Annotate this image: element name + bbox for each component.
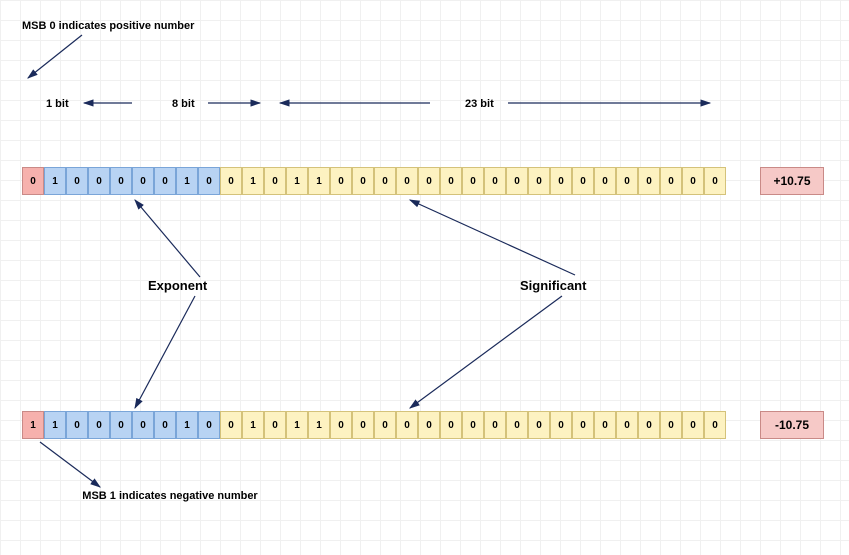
- significand-bit: 0: [616, 167, 638, 195]
- significand-bit: 0: [330, 411, 352, 439]
- significand-bit: 1: [242, 411, 264, 439]
- significand-bit: 0: [396, 411, 418, 439]
- msb0-label: MSB 0 indicates positive number: [22, 20, 194, 32]
- significand-bit: 0: [220, 411, 242, 439]
- significand-bit: 0: [462, 167, 484, 195]
- significand-bit: 0: [704, 411, 726, 439]
- significand-bit: 0: [330, 167, 352, 195]
- significand-bit: 0: [638, 411, 660, 439]
- exponent-bit: 1: [176, 167, 198, 195]
- significand-bit: 0: [352, 411, 374, 439]
- significand-bit: 0: [440, 411, 462, 439]
- significand-bit: 0: [352, 167, 374, 195]
- exp-bit-count: 8 bit: [172, 98, 195, 110]
- significand-bit: 0: [682, 167, 704, 195]
- significand-bit: 0: [616, 411, 638, 439]
- significand-bit: 0: [462, 411, 484, 439]
- significand-bit: 0: [484, 411, 506, 439]
- significand-bit: 0: [396, 167, 418, 195]
- exponent-bit: 0: [198, 411, 220, 439]
- significand-bit: 0: [660, 411, 682, 439]
- significand-bit: 0: [506, 167, 528, 195]
- significand-bit: 0: [264, 411, 286, 439]
- exponent-bit: 0: [66, 167, 88, 195]
- bit-row-positive: 01000001001011000000000000000000: [22, 167, 726, 195]
- significand-bit: 1: [308, 167, 330, 195]
- significand-bit: 0: [550, 167, 572, 195]
- significand-bit: 0: [374, 411, 396, 439]
- significand-bit: 0: [418, 167, 440, 195]
- significant-label: Significant: [520, 278, 586, 293]
- result-positive: +10.75: [760, 167, 824, 195]
- significand-bit: 1: [286, 411, 308, 439]
- significand-bit: 0: [572, 167, 594, 195]
- exponent-bit: 1: [176, 411, 198, 439]
- exponent-bit: 1: [44, 411, 66, 439]
- exponent-label: Exponent: [148, 278, 207, 293]
- significand-bit: 1: [308, 411, 330, 439]
- exponent-bit: 0: [132, 411, 154, 439]
- significand-bit: 0: [374, 167, 396, 195]
- sign-bit: 1: [22, 411, 44, 439]
- result-negative: -10.75: [760, 411, 824, 439]
- arrows-overlay: [0, 0, 849, 555]
- sign-bit: 0: [22, 167, 44, 195]
- significand-bit: 0: [528, 411, 550, 439]
- significand-bit: 0: [440, 167, 462, 195]
- significand-bit: 1: [286, 167, 308, 195]
- significand-bit: 0: [594, 411, 616, 439]
- significand-bit: 0: [704, 167, 726, 195]
- bit-row-negative: 11000001001011000000000000000000: [22, 411, 726, 439]
- significand-bit: 0: [572, 411, 594, 439]
- exponent-bit: 0: [66, 411, 88, 439]
- significand-bit: 0: [484, 167, 506, 195]
- significand-bit: 0: [264, 167, 286, 195]
- significand-bit: 0: [594, 167, 616, 195]
- exponent-bit: 0: [154, 167, 176, 195]
- significand-bit: 0: [660, 167, 682, 195]
- exponent-bit: 0: [198, 167, 220, 195]
- exponent-bit: 0: [88, 167, 110, 195]
- exponent-bit: 0: [154, 411, 176, 439]
- msb1-label: MSB 1 indicates negative number: [80, 490, 260, 502]
- significand-bit: 0: [682, 411, 704, 439]
- sig-bit-count: 23 bit: [465, 98, 494, 110]
- exponent-bit: 0: [110, 167, 132, 195]
- exponent-bit: 0: [110, 411, 132, 439]
- significand-bit: 1: [242, 167, 264, 195]
- significand-bit: 0: [506, 411, 528, 439]
- exponent-bit: 0: [88, 411, 110, 439]
- exponent-bit: 1: [44, 167, 66, 195]
- significand-bit: 0: [418, 411, 440, 439]
- significand-bit: 0: [550, 411, 572, 439]
- sign-bit-count: 1 bit: [46, 98, 69, 110]
- significand-bit: 0: [220, 167, 242, 195]
- significand-bit: 0: [638, 167, 660, 195]
- exponent-bit: 0: [132, 167, 154, 195]
- significand-bit: 0: [528, 167, 550, 195]
